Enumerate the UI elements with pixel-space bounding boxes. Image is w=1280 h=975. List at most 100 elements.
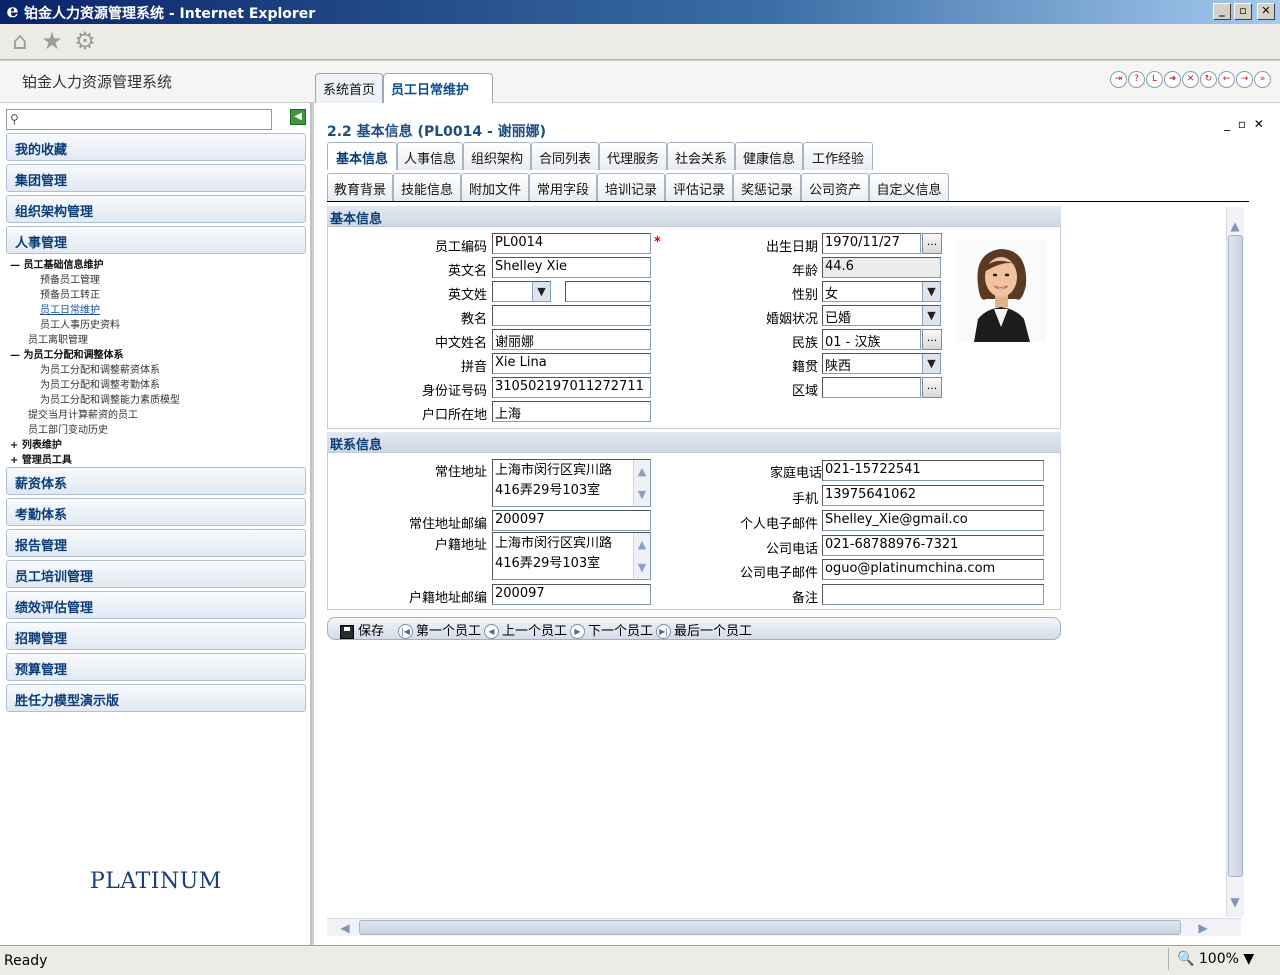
native-place-select[interactable]: 陕西 ▼ [822, 353, 941, 374]
tree-item[interactable]: 员工人事历史资料 [40, 316, 120, 331]
tree-item[interactable]: 员工离职管理 [28, 331, 88, 346]
tab-health-info[interactable]: 健康信息 [735, 142, 803, 170]
english-surname-field[interactable] [565, 281, 651, 302]
tree-item-active[interactable]: 员工日常维护 [40, 301, 100, 316]
id-number-field[interactable]: 310502197011272711 [492, 377, 651, 398]
tab-evaluation-records[interactable]: 评估记录 [665, 173, 733, 201]
vertical-scroll-thumb[interactable] [1228, 235, 1243, 877]
tab-personnel-info[interactable]: 人事信息 [397, 142, 463, 170]
pinyin-field[interactable]: Xie Lina [492, 353, 651, 374]
tab-attachments[interactable]: 附加文件 [461, 173, 529, 201]
menu-group-management[interactable]: 集团管理 [6, 164, 306, 192]
first-employee-button[interactable]: |◀ 第一个员工 [398, 620, 481, 639]
restore-button[interactable]: ▫ [1234, 3, 1252, 20]
church-name-field[interactable] [492, 305, 651, 326]
tab-contract-list[interactable]: 合同列表 [531, 142, 599, 170]
tree-item[interactable]: 为员工分配和调整考勤体系 [40, 376, 160, 391]
tab-org-structure[interactable]: 组织架构 [463, 142, 531, 170]
scroll-up-icon[interactable]: ▲ [1227, 219, 1243, 233]
back-circle-icon[interactable]: ← [1218, 71, 1235, 88]
tab-agency-service[interactable]: 代理服务 [599, 142, 667, 170]
tab-basic-info[interactable]: 基本信息 [327, 142, 397, 170]
horizontal-scroll-thumb[interactable] [359, 920, 1181, 935]
menu-personnel-management[interactable]: 人事管理 [6, 226, 306, 254]
zoom-control[interactable]: 🔍 100% ▼ [1168, 948, 1264, 970]
region-lookup-button[interactable]: ... [922, 377, 942, 398]
save-button[interactable]: 保存 [340, 620, 384, 639]
forward-icon[interactable]: ➜ [1164, 71, 1181, 88]
scroll-down-icon[interactable]: ▼ [1227, 895, 1243, 909]
tree-item[interactable]: 预备员工转正 [40, 286, 100, 301]
help-icon[interactable]: ? [1128, 71, 1145, 88]
close-window-button[interactable]: ✕ [1257, 3, 1275, 20]
tree-admin-tools[interactable]: + 管理员工具 [10, 451, 72, 466]
tree-item[interactable]: 员工部门变动历史 [28, 421, 108, 436]
hukou-field[interactable]: 上海 [492, 401, 651, 422]
menu-competency-demo[interactable]: 胜任力模型演示版 [6, 684, 306, 712]
tree-item[interactable]: 为员工分配和调整能力素质模型 [40, 391, 180, 406]
residential-zip-field[interactable]: 200097 [492, 510, 651, 531]
tab-reward-records[interactable]: 奖惩记录 [733, 173, 801, 201]
gender-select[interactable]: 女 ▼ [822, 281, 941, 302]
next-employee-button[interactable]: ▶ 下一个员工 [570, 620, 653, 639]
tree-list-maintenance[interactable]: + 列表维护 [10, 436, 62, 451]
horizontal-scrollbar[interactable]: ◀ ▶ [327, 918, 1241, 936]
english-name-field[interactable]: Shelley Xie [492, 257, 651, 278]
home-icon[interactable]: ⌂ [6, 27, 34, 55]
office-email-field[interactable]: oguo@platinumchina.com [822, 559, 1044, 580]
registered-address-textarea[interactable]: 上海市闵行区宾川路 416弄29号103室 ▲ ▼ [492, 532, 651, 580]
personal-email-field[interactable]: Shelley_Xie@gmail.co [822, 510, 1044, 531]
ethnic-lookup-button[interactable]: ... [922, 329, 942, 350]
registered-zip-field[interactable]: 200097 [492, 584, 651, 605]
collapse-sidebar-icon[interactable]: ◀ [290, 109, 306, 125]
scroll-right-icon[interactable]: ▶ [1195, 921, 1211, 935]
textarea-scrollbar[interactable]: ▲ ▼ [633, 460, 650, 506]
settings-gear-icon[interactable]: ⚙ [71, 27, 99, 55]
remark-field[interactable] [822, 584, 1044, 605]
tab-company-assets[interactable]: 公司资产 [801, 173, 869, 201]
menu-performance[interactable]: 绩效评估管理 [6, 591, 306, 619]
menu-favorites[interactable]: 我的收藏 [6, 133, 306, 161]
panel-window-controls[interactable]: _ ▫ ✕ [1224, 117, 1266, 131]
tree-item[interactable]: 为员工分配和调整薪资体系 [40, 361, 160, 376]
residential-address-textarea[interactable]: 上海市闵行区宾川路 416弄29号103室 ▲ ▼ [492, 459, 651, 507]
menu-org-structure[interactable]: 组织架构管理 [6, 195, 306, 223]
refresh-icon[interactable]: ↻ [1200, 71, 1217, 88]
marital-select[interactable]: 已婚 ▼ [822, 305, 941, 326]
tab-custom-info[interactable]: 自定义信息 [869, 173, 949, 201]
sidebar-search-input[interactable]: ⚲ [6, 109, 272, 130]
favorites-star-icon[interactable]: ★ [38, 27, 66, 55]
tab-common-fields[interactable]: 常用字段 [529, 173, 597, 201]
tab-training-records[interactable]: 培训记录 [597, 173, 665, 201]
menu-recruitment[interactable]: 招聘管理 [6, 622, 306, 650]
home-phone-field[interactable]: 021-15722541 [822, 460, 1044, 481]
menu-salary[interactable]: 薪资体系 [6, 467, 306, 495]
exit-icon[interactable]: ⇥ [1110, 71, 1127, 88]
employee-no-field[interactable]: PL0014 [492, 233, 651, 254]
vertical-scrollbar[interactable]: ▲ ▼ [1226, 207, 1244, 917]
textarea-scrollbar[interactable]: ▲ ▼ [633, 533, 650, 579]
tree-item[interactable]: 预备员工管理 [40, 271, 100, 286]
tree-assign-systems[interactable]: — 为员工分配和调整体系 [10, 346, 123, 361]
tab-work-experience[interactable]: 工作经验 [803, 142, 873, 170]
ethnic-field[interactable]: 01 - 汉族 [822, 329, 921, 350]
english-title-select[interactable]: ▼ [492, 281, 551, 302]
tab-home[interactable]: 系统首页 [315, 73, 384, 103]
tree-employee-basic-info[interactable]: — 员工基础信息维护 [10, 256, 103, 271]
tab-education[interactable]: 教育背景 [327, 173, 393, 201]
menu-reports[interactable]: 报告管理 [6, 529, 306, 557]
date-picker-button[interactable]: ... [922, 233, 942, 254]
tab-employee-maintenance[interactable]: 员工日常维护 [383, 73, 493, 104]
office-phone-field[interactable]: 021-68788976-7321 [822, 535, 1044, 556]
tab-skills[interactable]: 技能信息 [393, 173, 461, 201]
menu-budget[interactable]: 预算管理 [6, 653, 306, 681]
logout-icon[interactable]: L [1146, 71, 1163, 88]
minimize-button[interactable]: _ [1213, 3, 1231, 20]
scroll-left-icon[interactable]: ◀ [337, 921, 353, 935]
prev-employee-button[interactable]: ◀ 上一个员工 [484, 620, 567, 639]
next-circle-icon[interactable]: → [1236, 71, 1253, 88]
last-employee-button[interactable]: ▶| 最后一个员工 [656, 620, 752, 639]
tools-icon[interactable]: ✕ [1182, 71, 1199, 88]
menu-training[interactable]: 员工培训管理 [6, 560, 306, 588]
expand-icon[interactable]: » [1254, 71, 1271, 88]
